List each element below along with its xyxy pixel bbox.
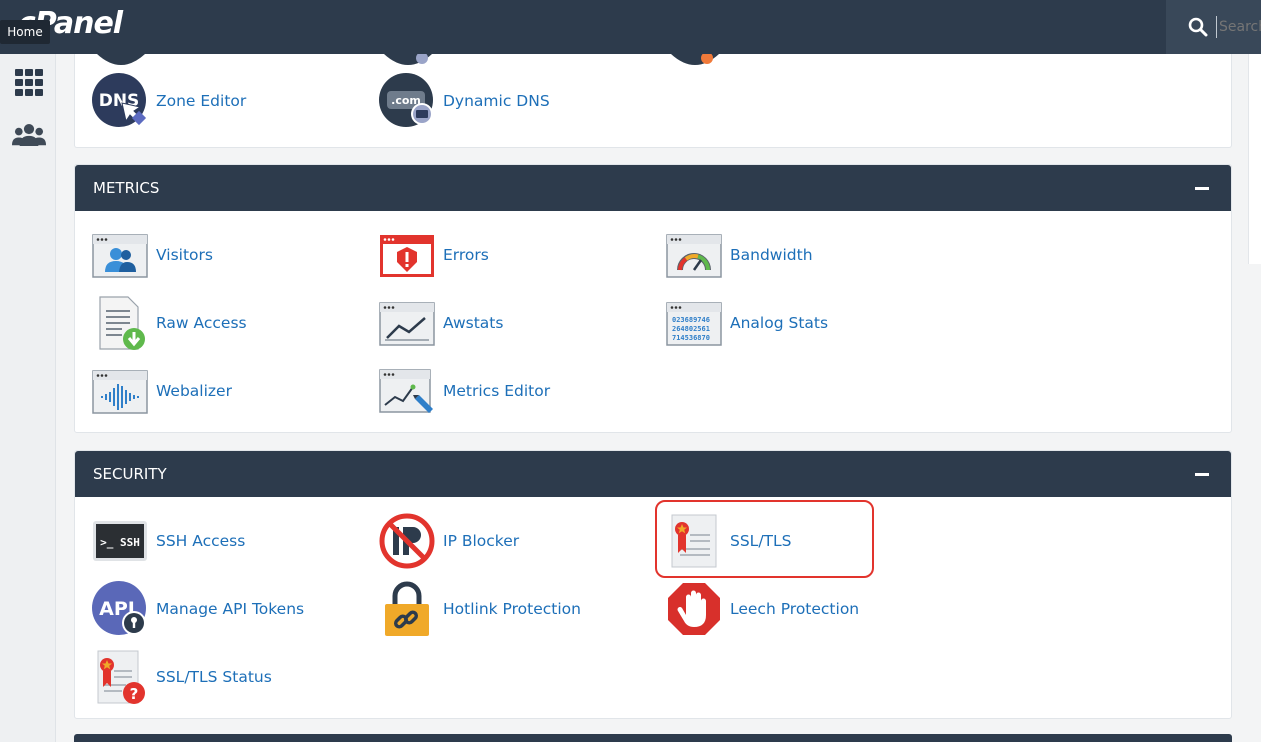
bandwidth-link[interactable]: Bandwidth [666,227,813,283]
left-sidebar [0,54,56,742]
awstats-icon [379,302,435,346]
visitors-link[interactable]: Visitors [92,227,213,283]
analog-digits-row: 264802561 [672,325,710,333]
metrics-editor-label: Metrics Editor [443,382,551,400]
analog-digits-row: 714536870 [672,334,710,342]
leech-protection-icon [668,583,720,635]
svg-text:?: ? [130,685,139,703]
ip-blocker-label: IP Blocker [443,532,520,550]
grid-icon[interactable] [12,66,46,100]
visitors-icon [92,234,148,278]
raw-access-icon [99,296,145,350]
search-box[interactable] [1166,0,1261,54]
ssh-access-label: SSH Access [156,532,246,550]
ssh-icon-text: >_ SSH [100,536,140,549]
raw-access-label: Raw Access [156,314,247,332]
leech-protection-label: Leech Protection [730,600,860,618]
analog-stats-link[interactable]: 023689746 264802561 714536870 Analog Sta… [666,295,828,351]
metrics-title: METRICS [93,179,160,197]
ssl-tls-highlight-box [655,500,874,578]
ssh-access-icon: >_ SSH [93,521,147,561]
errors-link[interactable]: Errors [379,227,489,283]
dynamic-dns-label: Dynamic DNS [443,92,550,110]
metrics-editor-icon [379,369,433,413]
analog-stats-icon: 023689746 264802561 714536870 [666,302,722,346]
errors-icon [380,235,434,277]
analog-digits-row: 023689746 [672,316,710,324]
security-header[interactable]: SECURITY [75,451,1231,497]
dynamic-dns-link[interactable]: .com Dynamic DNS [379,73,550,129]
top-bar: cPanel Home [0,0,1261,54]
metrics-header[interactable]: METRICS [75,165,1231,211]
analog-stats-label: Analog Stats [730,314,829,332]
zone-editor-label: Zone Editor [156,92,247,110]
bandwidth-icon [666,234,722,278]
webalizer-label: Webalizer [156,382,232,400]
right-side-strip [1248,54,1261,264]
hotlink-protection-icon [385,581,429,636]
metrics-editor-link[interactable]: Metrics Editor [379,363,550,419]
webalizer-link[interactable]: Webalizer [92,363,232,419]
next-panel-header [74,734,1232,742]
metrics-panel: METRICS Visitors Errors Bandwidth Raw Ac… [74,164,1232,433]
search-icon[interactable] [1188,17,1208,37]
raw-access-link[interactable]: Raw Access [92,295,247,351]
ip-blocker-icon [379,513,435,569]
security-title: SECURITY [93,465,167,483]
api-tokens-icon: API [92,581,146,635]
dns-zone-editor-icon: DNS [92,73,147,127]
manage-api-tokens-link[interactable]: API Manage API Tokens [92,581,304,637]
ip-blocker-link[interactable]: IP Blocker [379,513,519,569]
bandwidth-label: Bandwidth [730,246,813,264]
errors-label: Errors [443,246,489,264]
security-panel: SECURITY >_ SSH SSH Access IP Blocker SS… [74,450,1232,719]
dynamic-dns-icon: .com [379,73,433,127]
home-tooltip: Home [0,20,50,44]
ssl-tls-status-icon: ? [97,650,145,704]
leech-protection-link[interactable]: Leech Protection [666,581,859,637]
partial-icon [671,54,719,65]
webalizer-icon [92,370,148,414]
visitors-label: Visitors [156,246,213,264]
partial-icon [97,54,145,65]
ssl-tls-status-link[interactable]: ? SSL/TLS Status [92,649,272,705]
manage-api-tokens-label: Manage API Tokens [156,600,305,618]
hotlink-protection-link[interactable]: Hotlink Protection [379,581,581,637]
awstats-label: Awstats [443,314,504,332]
users-icon[interactable] [12,118,46,152]
ssl-tls-status-label: SSL/TLS Status [156,668,272,686]
domains-panel: DNS Zone Editor .com Dynamic DNS [74,54,1232,148]
collapse-metrics-button[interactable] [1195,187,1209,190]
awstats-link[interactable]: Awstats [379,295,503,351]
partial-icon [384,54,432,65]
ssh-access-link[interactable]: >_ SSH SSH Access [92,513,245,569]
hotlink-protection-label: Hotlink Protection [443,600,581,618]
zone-editor-link[interactable]: DNS Zone Editor [92,73,246,129]
collapse-security-button[interactable] [1195,473,1209,476]
search-input[interactable] [1216,16,1261,38]
